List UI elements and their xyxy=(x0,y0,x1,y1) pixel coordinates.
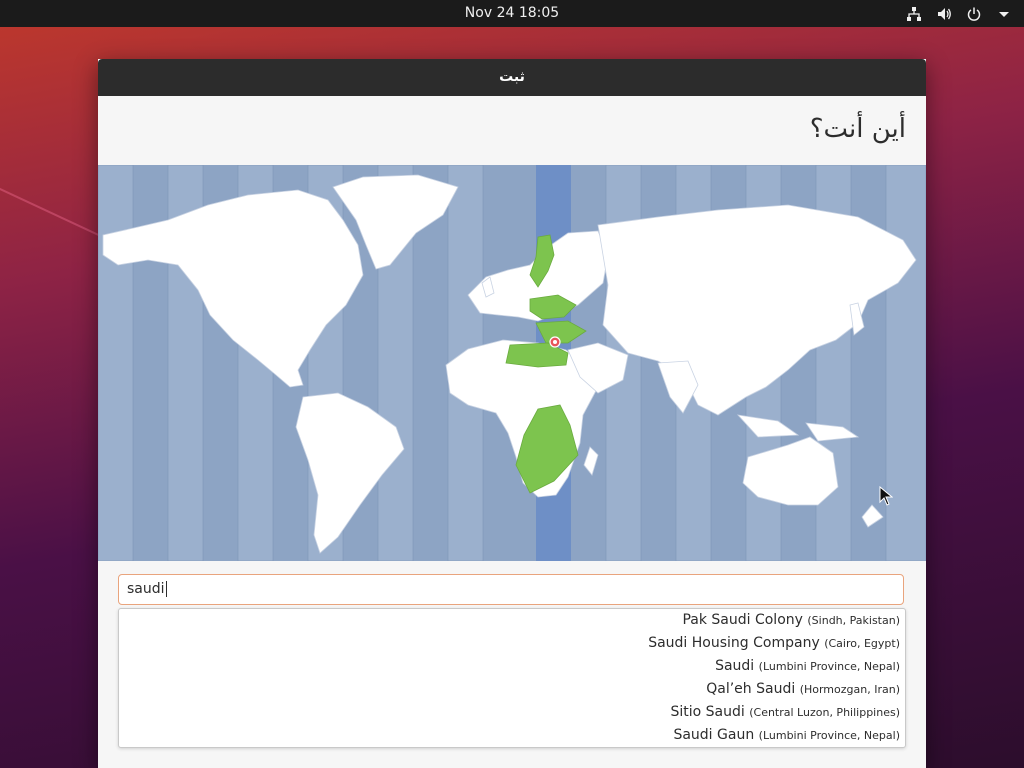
land-masses xyxy=(102,174,917,554)
clock[interactable]: Nov 24 18:05 xyxy=(0,0,1024,27)
location-suggestions-list: Pak Saudi Colony (Sindh, Pakistan) Saudi… xyxy=(118,608,906,748)
suggestion-item[interactable]: Pak Saudi Colony (Sindh, Pakistan) xyxy=(119,609,905,632)
power-icon[interactable] xyxy=(966,6,982,22)
window-title[interactable]: ثبت xyxy=(98,59,926,96)
text-caret xyxy=(165,581,167,597)
suggestion-item[interactable]: Qal’eh Saudi (Hormozgan, Iran) xyxy=(119,678,905,701)
suggestion-item[interactable]: Saudi Housing Company (Cairo, Egypt) xyxy=(119,632,905,655)
search-text: saudi xyxy=(127,581,165,597)
top-bar: Nov 24 18:05 xyxy=(0,0,1024,27)
page-title: أين أنت؟ xyxy=(809,114,906,144)
suggestion-item[interactable]: Sitio Saudi (Central Luzon, Philippines) xyxy=(119,701,905,724)
location-search-input[interactable]: saudi xyxy=(118,574,904,605)
installer-window: ثبت أين أنت؟ saudi Pak Saudi Colony (Sin… xyxy=(98,59,926,768)
volume-icon[interactable] xyxy=(936,6,952,22)
mouse-pointer-icon xyxy=(879,485,894,510)
suggestion-item[interactable]: Saudi (Lumbini Province, Nepal) xyxy=(119,655,905,678)
menu-arrow-icon[interactable] xyxy=(996,6,1012,22)
page-header: أين أنت؟ xyxy=(98,96,926,165)
network-icon[interactable] xyxy=(906,6,922,22)
suggestion-item[interactable]: Saudi Gaun (Lumbini Province, Nepal) xyxy=(119,724,905,747)
timezone-map[interactable] xyxy=(98,165,926,561)
system-tray[interactable] xyxy=(906,0,1012,27)
location-marker xyxy=(549,336,561,348)
